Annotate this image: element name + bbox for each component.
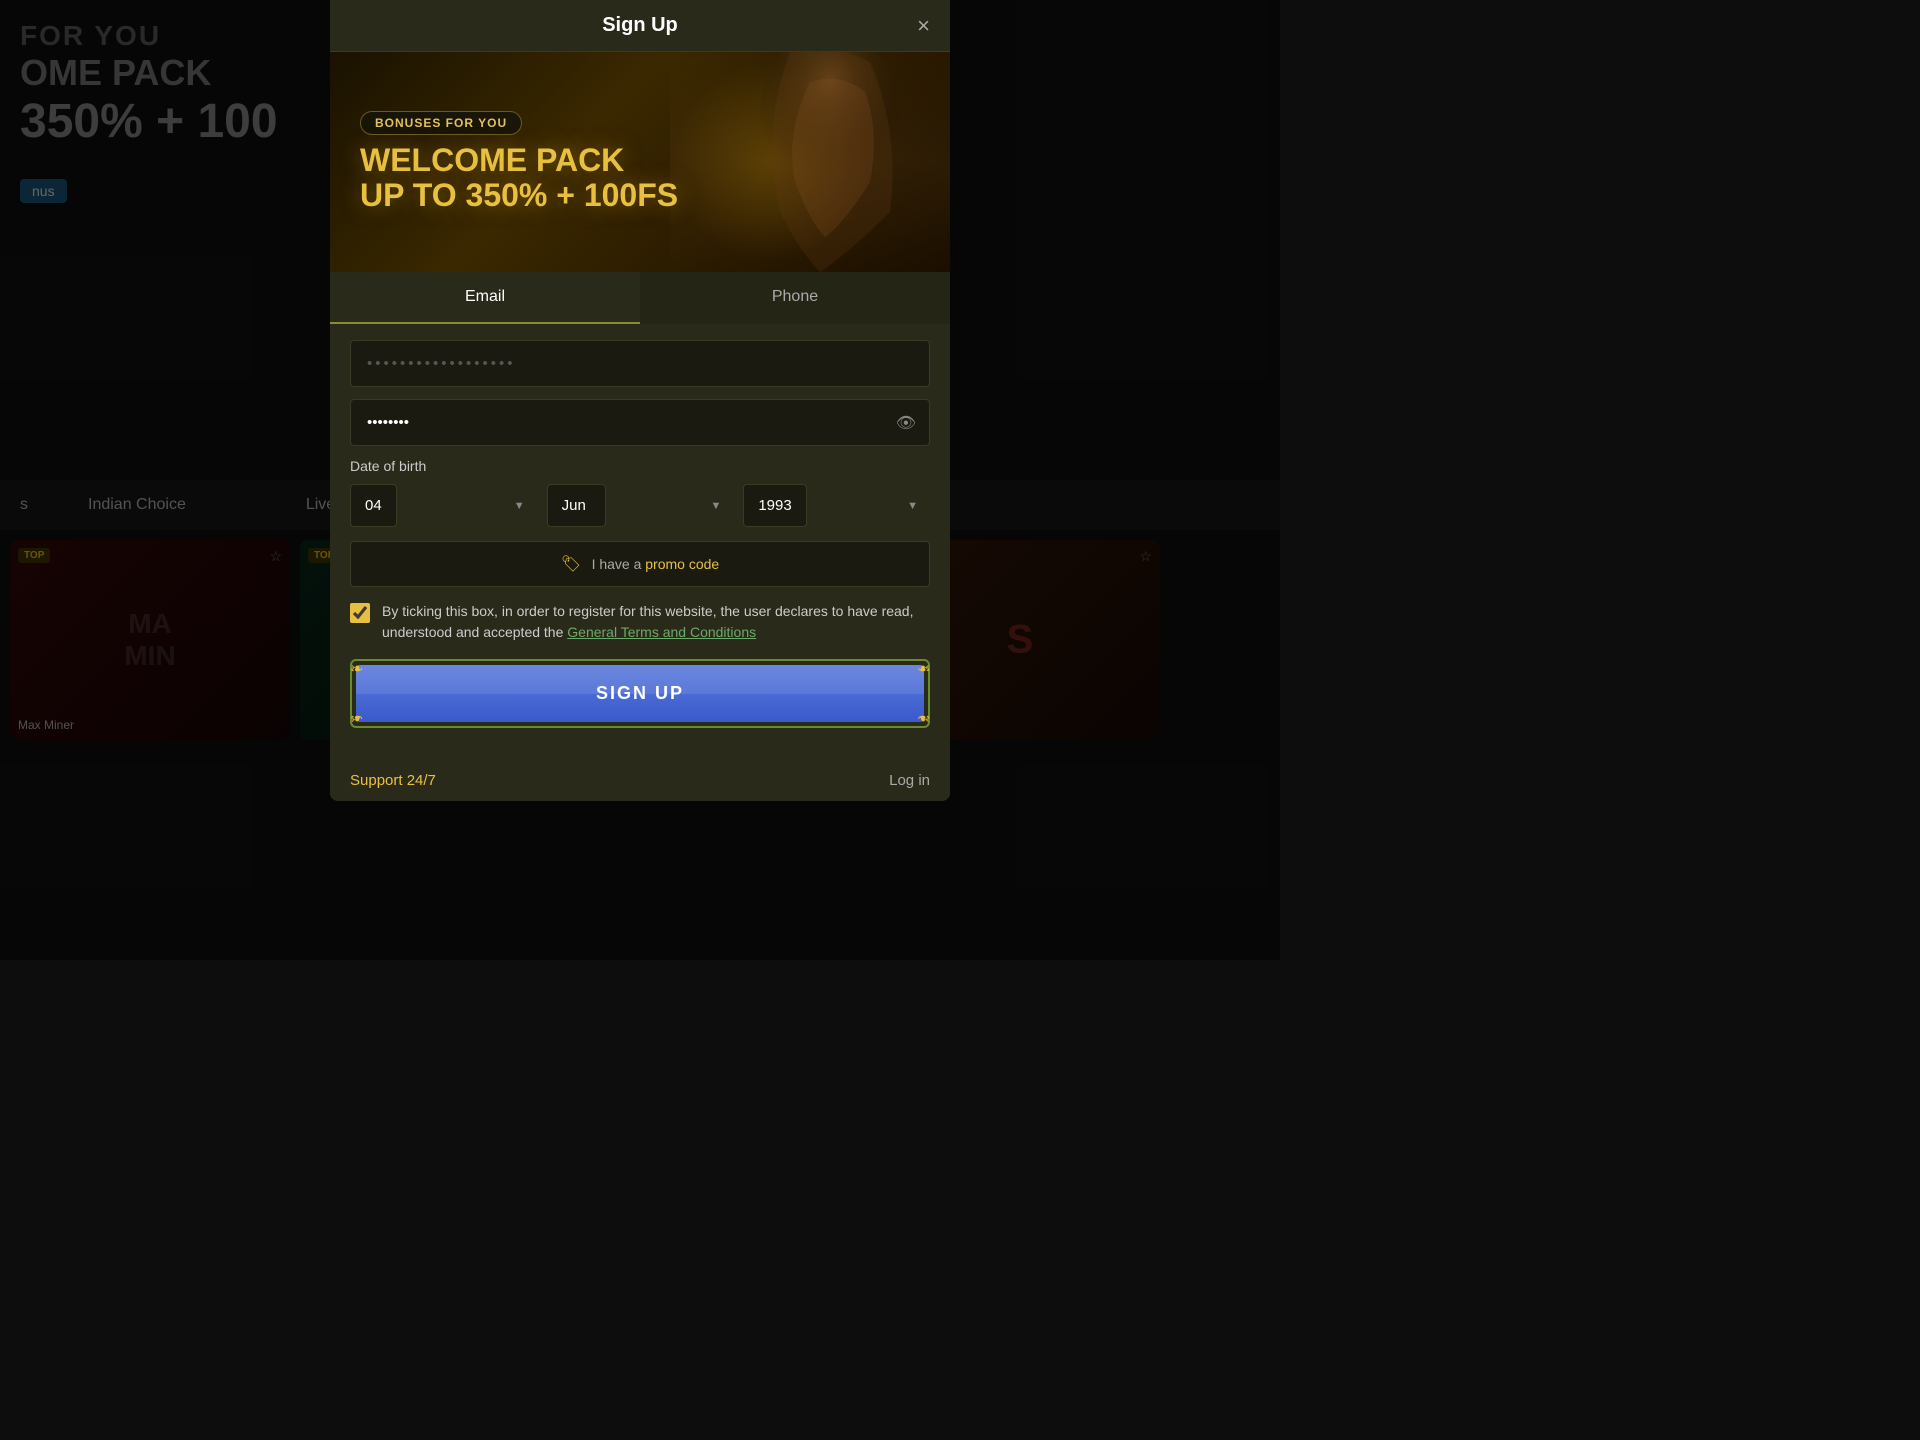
- signup-button[interactable]: SIGN UP: [356, 665, 924, 722]
- checkbox-area: By ticking this box, in order to registe…: [350, 601, 930, 643]
- banner-bonus-tag: BONUSES FOR YOU: [360, 111, 522, 135]
- modal-tabs: Email Phone: [330, 272, 950, 324]
- signup-modal: Sign Up × BONUSES FOR YOU WELCOME PACK U…: [330, 0, 950, 801]
- dob-year-select[interactable]: 1993 199019911992 19941995: [743, 484, 807, 527]
- password-input[interactable]: [350, 399, 930, 446]
- promo-icon: 🏷: [561, 556, 581, 573]
- login-link[interactable]: Log in: [889, 772, 930, 789]
- corner-tl-icon: ❧: [350, 659, 363, 679]
- banner-text: BONUSES FOR YOU WELCOME PACK UP TO 350% …: [360, 111, 678, 213]
- modal-banner: BONUSES FOR YOU WELCOME PACK UP TO 350% …: [330, 52, 950, 272]
- terms-link[interactable]: General Terms and Conditions: [567, 624, 756, 640]
- password-container: 👁: [350, 399, 930, 446]
- modal-header: Sign Up ×: [330, 0, 950, 52]
- corner-tr-icon: ❧: [917, 659, 930, 679]
- banner-welcome-line1: WELCOME PACK: [360, 143, 678, 178]
- promo-link[interactable]: promo code: [645, 556, 719, 572]
- banner-welcome-line2: UP TO 350% + 100FS: [360, 178, 678, 213]
- banner-woman-image: [670, 52, 950, 272]
- signup-btn-wrapper: SIGN UP ❧ ❧ ❧ ❧: [350, 659, 930, 728]
- terms-checkbox[interactable]: [350, 603, 370, 623]
- tab-phone[interactable]: Phone: [640, 272, 950, 324]
- password-toggle-icon[interactable]: 👁: [896, 413, 916, 433]
- promo-code-row[interactable]: 🏷 I have a promo code: [350, 541, 930, 587]
- dob-month-select[interactable]: Jun JanFebMar AprMay: [547, 484, 606, 527]
- dob-month-wrapper: Jun JanFebMar AprMay: [547, 484, 734, 527]
- dob-selects: 04 010203 0506 Jun JanFebMar AprMay 1993…: [350, 484, 930, 527]
- corner-bl-icon: ❧: [350, 708, 363, 728]
- support-link[interactable]: Support 24/7: [350, 772, 436, 789]
- corner-br-icon: ❧: [917, 708, 930, 728]
- dob-day-select[interactable]: 04 010203 0506: [350, 484, 397, 527]
- promo-static-text: I have a: [592, 556, 646, 572]
- tab-email[interactable]: Email: [330, 272, 640, 324]
- terms-label: By ticking this box, in order to registe…: [382, 601, 930, 643]
- modal-close-button[interactable]: ×: [917, 15, 930, 37]
- modal-footer: Support 24/7 Log in: [330, 760, 950, 801]
- modal-form: 👁 Date of birth 04 010203 0506 Jun JanFe…: [330, 324, 950, 760]
- dob-label: Date of birth: [350, 458, 930, 474]
- modal-title: Sign Up: [602, 14, 678, 37]
- dob-year-wrapper: 1993 199019911992 19941995: [743, 484, 930, 527]
- email-input[interactable]: [350, 340, 930, 387]
- dob-day-wrapper: 04 010203 0506: [350, 484, 537, 527]
